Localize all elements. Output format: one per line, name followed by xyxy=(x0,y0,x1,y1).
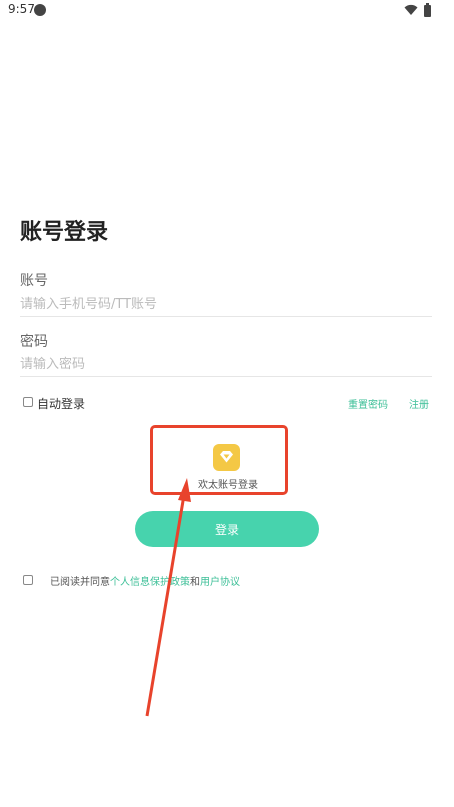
wifi-icon xyxy=(404,4,418,15)
user-agreement-link[interactable]: 用户协议 xyxy=(200,577,240,588)
notification-dot-icon xyxy=(34,4,46,16)
register-link[interactable]: 注册 xyxy=(409,396,429,411)
agreement-prefix: 已阅读并同意 xyxy=(50,577,110,588)
agreement-text: 已阅读并同意个人信息保护政策和用户协议 xyxy=(50,573,240,588)
account-label: 账号 xyxy=(20,273,48,289)
status-bar: 9:57 xyxy=(0,0,454,22)
heytap-diamond-icon[interactable] xyxy=(213,444,240,471)
login-button[interactable]: 登录 xyxy=(135,511,319,547)
heytap-login-label[interactable]: 欢太账号登录 xyxy=(196,476,260,491)
page-title: 账号登录 xyxy=(20,220,109,245)
password-input[interactable] xyxy=(20,352,432,377)
auto-login-checkbox[interactable] xyxy=(23,397,33,407)
agreement-conjunction: 和 xyxy=(190,577,200,588)
auto-login-label: 自动登录 xyxy=(37,397,86,411)
account-input[interactable] xyxy=(20,292,432,317)
agreement-checkbox[interactable] xyxy=(23,575,33,585)
privacy-policy-link[interactable]: 个人信息保护政策 xyxy=(110,577,190,588)
battery-icon xyxy=(424,3,431,17)
password-label: 密码 xyxy=(20,334,48,350)
status-time: 9:57 xyxy=(8,2,35,16)
reset-password-link[interactable]: 重置密码 xyxy=(348,396,388,411)
